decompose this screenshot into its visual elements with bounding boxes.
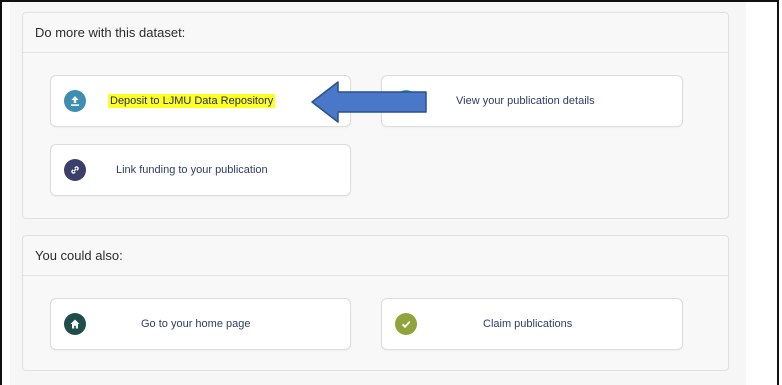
home-page-label: Go to your home page: [141, 318, 251, 330]
claim-publications-card[interactable]: Claim publications: [381, 298, 683, 350]
claim-publications-label: Claim publications: [483, 318, 573, 330]
link-icon: [64, 159, 86, 181]
check-icon: [395, 313, 417, 335]
home-page-card[interactable]: Go to your home page: [50, 298, 351, 350]
link-funding-card[interactable]: Link funding to your publication: [50, 144, 351, 196]
could-also-heading: You could also:: [23, 236, 728, 276]
link-funding-label: Link funding to your publication: [116, 164, 268, 176]
upload-icon: [64, 90, 86, 112]
left-arrow-icon: [311, 81, 427, 123]
do-more-heading: Do more with this dataset:: [23, 13, 728, 53]
could-also-panel: You could also: Go to your home page Cla…: [22, 235, 729, 371]
deposit-card[interactable]: Deposit to LJMU Data Repository: [50, 75, 351, 127]
right-margin: [746, 2, 777, 385]
home-icon: [64, 313, 86, 335]
deposit-label: Deposit to LJMU Data Repository: [108, 94, 276, 108]
view-publication-label: View your publication details: [456, 95, 595, 107]
